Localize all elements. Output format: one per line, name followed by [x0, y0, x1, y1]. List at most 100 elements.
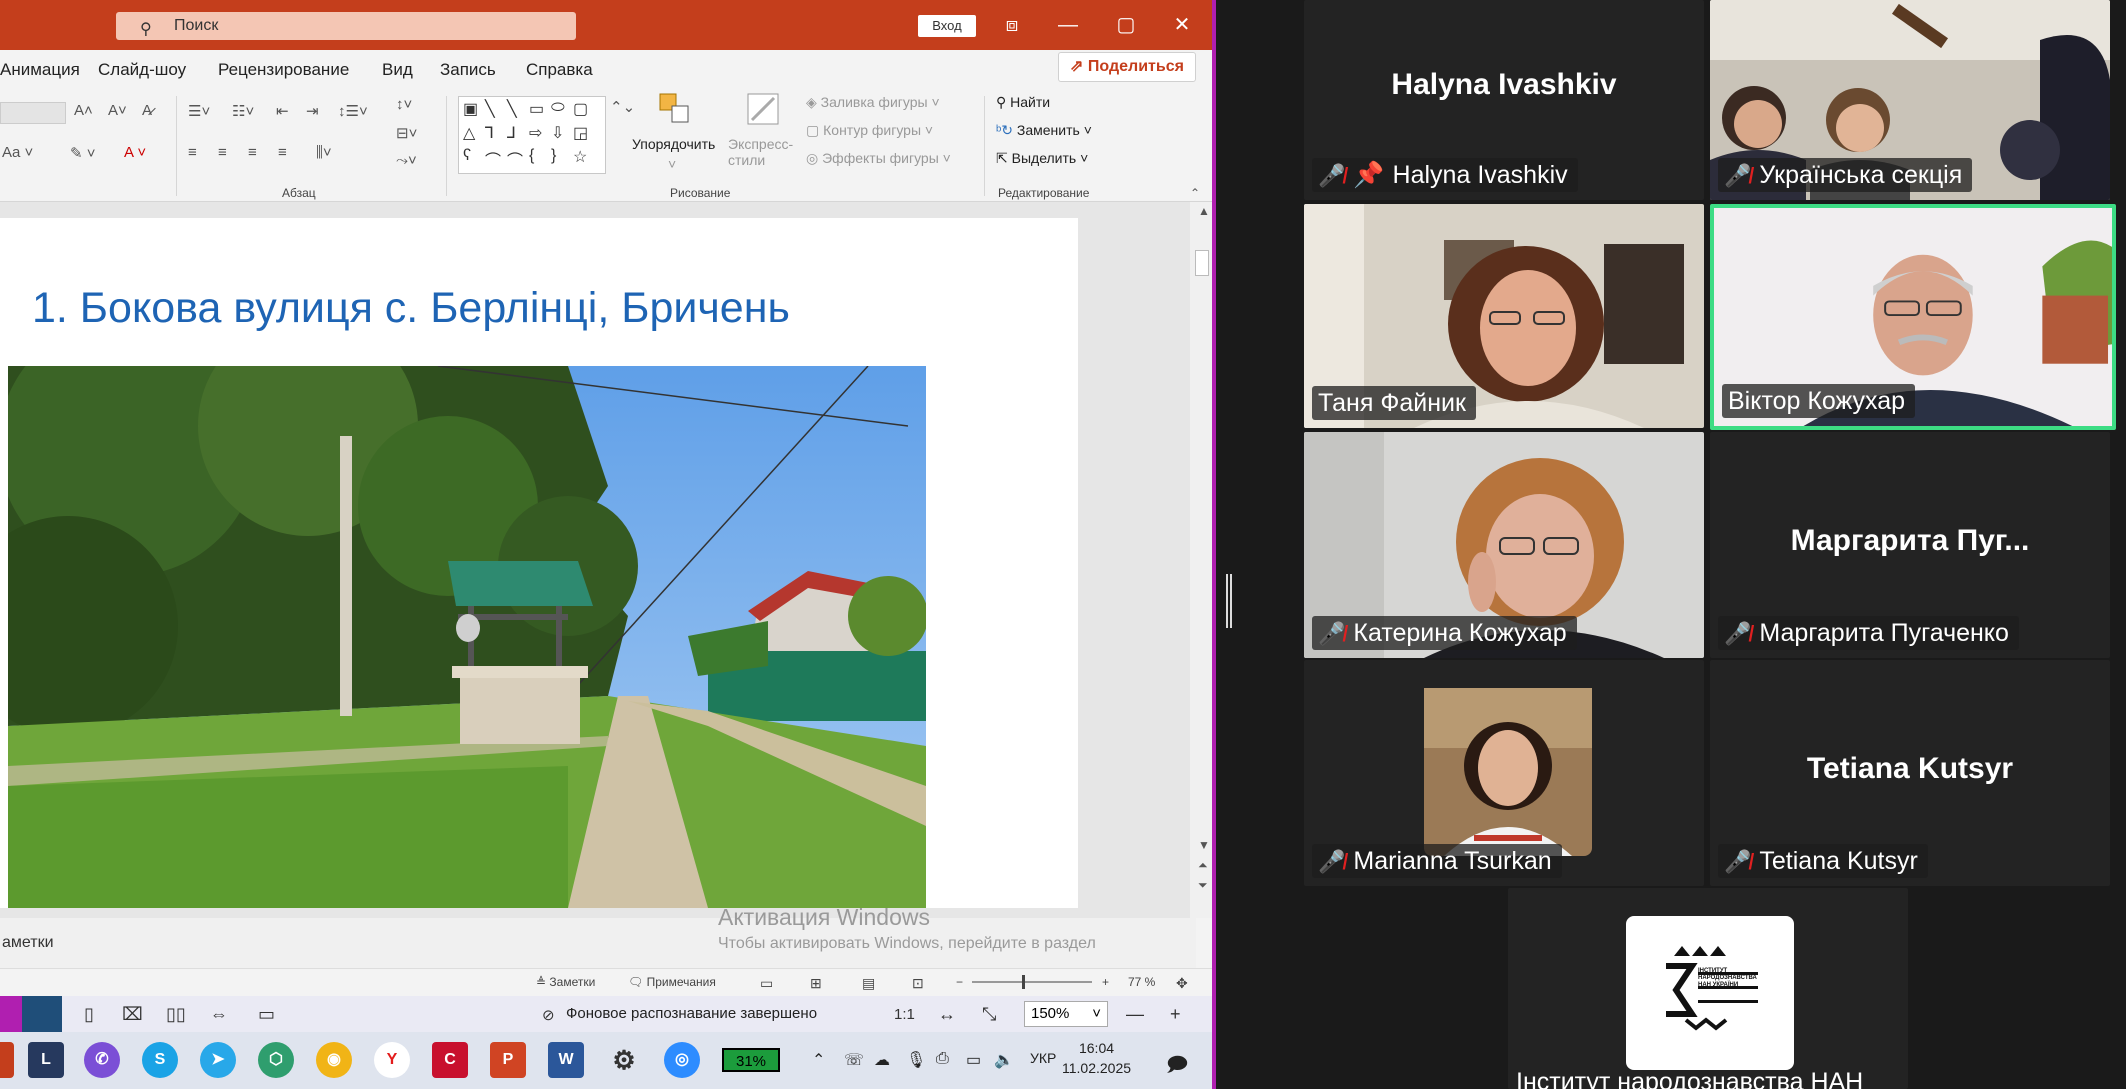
slide-sorter-icon[interactable]: ⊞	[810, 975, 822, 992]
normal-view-icon[interactable]: ▭	[760, 975, 773, 992]
rect-shape-icon[interactable]: ▭	[529, 99, 544, 119]
align-right-icon[interactable]: ≡	[248, 144, 257, 161]
zoom-slider-handle[interactable]	[1022, 975, 1025, 989]
close-icon[interactable]: ✕	[1162, 10, 1202, 40]
oval-shape-icon[interactable]: ⬭	[551, 99, 565, 117]
text-direction-icon[interactable]: ↕˅	[396, 96, 412, 113]
participant-tile[interactable]: 🎤̸ Українська секція	[1710, 0, 2110, 200]
fit-slide-icon[interactable]: ✥	[1176, 975, 1188, 992]
viewer-zoom-out-icon[interactable]: —	[1126, 1004, 1144, 1025]
page-icon[interactable]: ▯	[84, 1004, 94, 1025]
increase-indent-icon[interactable]: ⇥	[306, 102, 319, 120]
participant-tile[interactable]: 🎤̸ Marianna Tsurkan	[1304, 660, 1704, 886]
reading-view-icon[interactable]: ▤	[862, 975, 875, 992]
participant-tile-active-speaker[interactable]: Віктор Кожухар	[1710, 204, 2116, 430]
line-shape-icon[interactable]: ╲	[485, 99, 495, 119]
shape-outline-button[interactable]: ▢ Контур фигуры ˅	[806, 122, 933, 139]
curve-shape-icon[interactable]: ⌒	[485, 147, 501, 171]
textbox-shape-icon[interactable]: ▣	[463, 99, 478, 119]
collapse-ribbon-icon[interactable]: ⌃	[1190, 186, 1200, 200]
taskbar-word-icon[interactable]: W	[548, 1042, 584, 1078]
prev-slide-icon[interactable]: ⏶	[1198, 858, 1208, 873]
split-divider-handle[interactable]	[1226, 574, 1232, 628]
quick-styles-icon[interactable]	[744, 90, 784, 134]
callout-shape-icon[interactable]: ◲	[573, 123, 588, 143]
arrange-icon[interactable]	[656, 90, 696, 134]
arrow-shape-icon[interactable]: ⇨	[529, 123, 542, 143]
brace-shape-icon[interactable]: }	[551, 147, 556, 165]
slide-photo-village-street-well[interactable]	[8, 366, 926, 908]
find-button[interactable]: ⚲ Найти	[996, 94, 1050, 111]
participant-tile[interactable]: Tetiana Kutsyr 🎤̸ Tetiana Kutsyr	[1710, 660, 2110, 886]
brace-shape-icon[interactable]: {	[529, 147, 534, 165]
scroll-up-icon[interactable]: ▲	[1198, 204, 1210, 218]
justify-icon[interactable]: ≡	[278, 144, 287, 161]
taskbar-partial-app-icon[interactable]	[0, 1042, 14, 1078]
zoom-level[interactable]: 77 %	[1128, 975, 1155, 989]
zoom-in-icon[interactable]: +	[1102, 975, 1109, 989]
bullets-icon[interactable]: ☰˅	[188, 102, 210, 120]
tray-volume-icon[interactable]: 🔈	[994, 1050, 1014, 1070]
triangle-shape-icon[interactable]: △	[463, 123, 475, 143]
highlight-icon[interactable]: ✎ ˅	[70, 144, 96, 162]
fit-width-icon[interactable]: ⇔	[210, 1004, 228, 1025]
arrange-button[interactable]: Упорядочить	[632, 136, 715, 152]
participant-tile[interactable]: Таня Файник	[1304, 204, 1704, 428]
zoom-slider[interactable]	[972, 975, 1092, 989]
taskbar-viber-icon[interactable]: ✆	[84, 1042, 120, 1078]
taskbar-yandex-icon[interactable]: Y	[374, 1042, 410, 1078]
font-color-icon[interactable]: A ˅	[124, 144, 146, 161]
tab-review[interactable]: Рецензирование	[218, 60, 349, 80]
taskbar-clock[interactable]: 16:04 11.02.2025	[1062, 1038, 1131, 1078]
align-text-icon[interactable]: ⊟˅	[396, 124, 417, 142]
share-button[interactable]: ⇗ Поделиться	[1058, 52, 1196, 82]
taskbar-powerpoint-icon[interactable]: P	[490, 1042, 526, 1078]
participant-tile[interactable]: ІНСТИТУТ НАРОДОЗНАВСТВА НАН УКРАЇНИ Інст…	[1508, 888, 1908, 1089]
maximize-icon[interactable]: ▢	[1106, 10, 1146, 40]
tab-animation[interactable]: Анимация	[0, 60, 80, 80]
arrange-dropdown-icon[interactable]: ˅	[668, 156, 676, 172]
font-size-box[interactable]	[0, 102, 66, 124]
minimize-icon[interactable]: —	[1048, 10, 1088, 40]
decrease-indent-icon[interactable]: ⇤	[276, 102, 289, 120]
input-language[interactable]: УКР	[1030, 1050, 1056, 1066]
shrink-font-icon[interactable]: A˅	[108, 102, 127, 119]
shapes-gallery[interactable]: ▣ ╲ ╲ ▭ ⬭ ▢ △ ⅂ ⅃ ⇨ ⇩ ◲ ʕ ⌒ ⌒ { } ☆	[458, 96, 606, 174]
viewer-zoom-in-icon[interactable]: +	[1170, 1004, 1181, 1025]
sign-in-button[interactable]: Вход	[918, 15, 976, 37]
tray-printer-icon[interactable]: ⎙	[936, 1050, 949, 1068]
tab-slideshow[interactable]: Слайд-шоу	[98, 60, 186, 80]
battery-indicator[interactable]: 31%	[722, 1048, 780, 1072]
taskbar-red-app-icon[interactable]: C	[432, 1042, 468, 1078]
connector-shape-icon[interactable]: ⅂	[485, 123, 494, 143]
notes-button[interactable]: ≜ Заметки	[536, 975, 595, 989]
taskbar-security-icon[interactable]: ⬡	[258, 1042, 294, 1078]
tray-cloud-icon[interactable]: ☁	[874, 1050, 890, 1070]
participant-tile[interactable]: 🎤̸ Катерина Кожухар	[1304, 432, 1704, 658]
quick-styles-button[interactable]: Экспресс-стили	[728, 136, 808, 168]
participant-tile[interactable]: Маргарита Пуг... 🎤̸ Маргарита Пугаченко	[1710, 432, 2110, 658]
select-button[interactable]: ⇱ Выделить ˅	[996, 150, 1088, 167]
freeform-shape-icon[interactable]: ʕ	[463, 147, 471, 165]
ribbon-display-icon[interactable]: ⧈	[992, 10, 1032, 40]
line-spacing-icon[interactable]: ↕☰˅	[338, 102, 368, 120]
presentation-icon[interactable]: ▭	[258, 1004, 275, 1025]
taskbar-chrome-icon[interactable]: ◉	[316, 1042, 352, 1078]
align-left-icon[interactable]: ≡	[188, 144, 197, 161]
tray-mic-icon[interactable]: 🎙	[906, 1050, 926, 1070]
line-shape-icon[interactable]: ╲	[507, 99, 517, 119]
fit-page-icon[interactable]: ⌧	[122, 1004, 143, 1025]
taskbar-telegram-icon[interactable]: ➤	[200, 1042, 236, 1078]
tab-record[interactable]: Запись	[440, 60, 496, 80]
tab-view[interactable]: Вид	[382, 60, 413, 80]
tray-network-icon[interactable]: ☏	[844, 1050, 864, 1070]
next-slide-icon[interactable]: ⏷	[1198, 878, 1208, 893]
gallery-scroll-icon[interactable]: ⌃⌄	[610, 98, 635, 116]
participant-tile[interactable]: Halyna Ivashkiv 🎤̸ 📌 Halyna Ivashkiv	[1304, 0, 1704, 200]
numbering-icon[interactable]: ☷˅	[232, 102, 254, 120]
replace-button[interactable]: ᵇ↻ Заменить ˅	[996, 122, 1092, 139]
grow-font-icon[interactable]: A˄	[74, 102, 93, 119]
slide-title[interactable]: 1. Бокова вулиця с. Берлінці, Бричень	[32, 284, 790, 333]
arrow-down-shape-icon[interactable]: ⇩	[551, 123, 564, 143]
zoom-out-icon[interactable]: −	[956, 975, 963, 989]
